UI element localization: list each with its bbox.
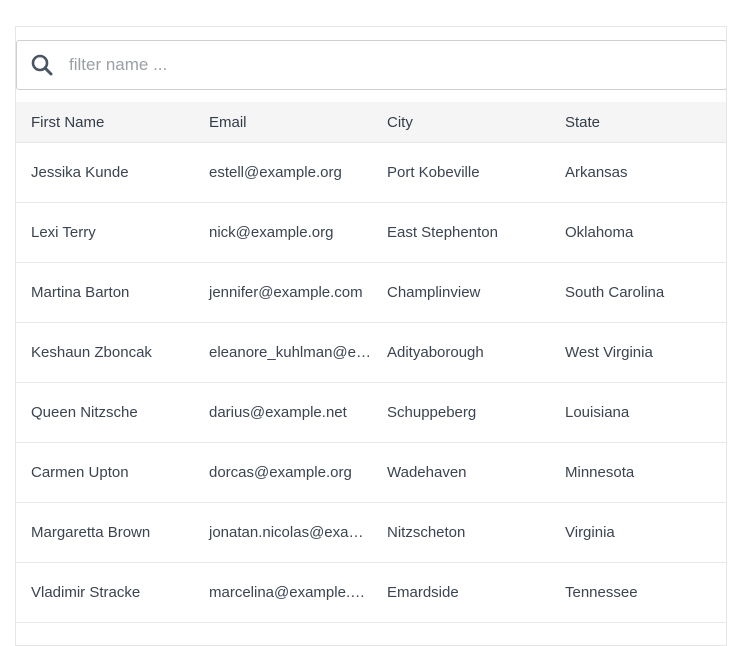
data-table-panel: First Name Email City State Jessika Kund… bbox=[15, 26, 727, 646]
table-row[interactable]: Queen Nitzsche darius@example.net Schupp… bbox=[16, 383, 726, 443]
cell-email: jonatan.nicolas@example.com bbox=[209, 524, 372, 541]
table-row[interactable]: Keshaun Zboncak eleanore_kuhlman@example… bbox=[16, 323, 726, 383]
column-header-city[interactable]: City bbox=[372, 114, 550, 131]
search-box[interactable] bbox=[16, 40, 726, 90]
cell-email: nick@example.org bbox=[209, 224, 334, 241]
search-input[interactable] bbox=[67, 54, 671, 76]
table-row[interactable]: Lexi Terry nick@example.org East Stephen… bbox=[16, 203, 726, 263]
cell-email: eleanore_kuhlman@example.com bbox=[209, 344, 372, 361]
cell-city: Emardside bbox=[387, 584, 459, 601]
table-row[interactable]: Vladimir Stracke marcelina@example.com E… bbox=[16, 563, 726, 623]
cell-city: Wadehaven bbox=[387, 464, 467, 481]
cell-state: West Virginia bbox=[565, 344, 653, 361]
cell-first-name: Martina Barton bbox=[31, 284, 130, 301]
cell-first-name: Jessika Kunde bbox=[31, 164, 129, 181]
cell-state: Louisiana bbox=[565, 404, 630, 421]
column-header-email[interactable]: Email bbox=[194, 114, 372, 131]
cell-state: Virginia bbox=[565, 524, 615, 541]
search-icon bbox=[31, 54, 53, 76]
cell-first-name: Queen Nitzsche bbox=[31, 404, 138, 421]
column-header-first-name[interactable]: First Name bbox=[16, 114, 194, 131]
cell-email: marcelina@example.com bbox=[209, 584, 372, 601]
cell-state: Oklahoma bbox=[565, 224, 634, 241]
cell-city: Adityaborough bbox=[387, 344, 484, 361]
table-row[interactable]: Martina Barton jennifer@example.com Cham… bbox=[16, 263, 726, 323]
cell-first-name: Carmen Upton bbox=[31, 464, 129, 481]
cell-email: dorcas@example.org bbox=[209, 464, 352, 481]
cell-first-name: Keshaun Zboncak bbox=[31, 344, 152, 361]
cell-city: East Stephenton bbox=[387, 224, 498, 241]
cell-email: darius@example.net bbox=[209, 404, 347, 421]
cell-first-name: Lexi Terry bbox=[31, 224, 96, 241]
cell-city: Nitzscheton bbox=[387, 524, 466, 541]
cell-city: Schuppeberg bbox=[387, 404, 477, 421]
cell-first-name: Margaretta Brown bbox=[31, 524, 151, 541]
cell-state: Tennessee bbox=[565, 584, 638, 601]
cell-city: Champlinview bbox=[387, 284, 481, 301]
table-row[interactable]: Jessika Kunde estell@example.org Port Ko… bbox=[16, 143, 726, 203]
data-table: First Name Email City State Jessika Kund… bbox=[16, 102, 726, 623]
cell-state: South Carolina bbox=[565, 284, 665, 301]
table-row[interactable]: Margaretta Brown jonatan.nicolas@example… bbox=[16, 503, 726, 563]
table-row[interactable]: Carmen Upton dorcas@example.org Wadehave… bbox=[16, 443, 726, 503]
cell-state: Minnesota bbox=[565, 464, 635, 481]
cell-email: jennifer@example.com bbox=[209, 284, 363, 301]
table-header-row: First Name Email City State bbox=[16, 102, 726, 143]
cell-email: estell@example.org bbox=[209, 164, 342, 181]
column-header-state[interactable]: State bbox=[550, 114, 726, 131]
cell-first-name: Vladimir Stracke bbox=[31, 584, 141, 601]
cell-state: Arkansas bbox=[565, 164, 628, 181]
cell-city: Port Kobeville bbox=[387, 164, 480, 181]
